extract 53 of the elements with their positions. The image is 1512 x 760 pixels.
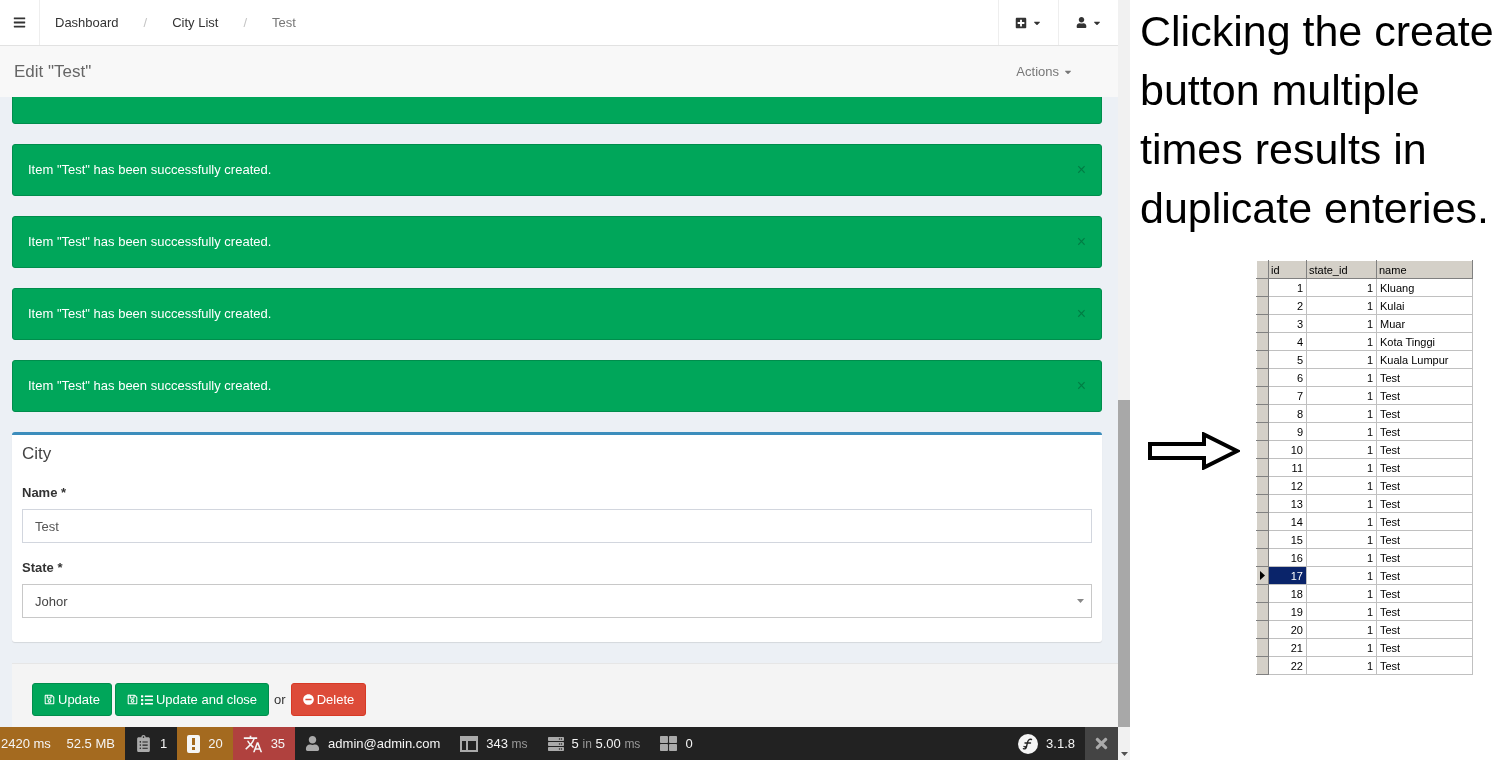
page-title: Edit "Test": [14, 61, 92, 82]
menu-icon: [13, 16, 26, 29]
circle-logo-icon: [1018, 733, 1039, 754]
caret-icon: [1077, 599, 1084, 603]
scroll-down-arrow-icon[interactable]: [1120, 752, 1128, 756]
list-icon: [140, 693, 153, 706]
field-label: State *: [22, 559, 63, 577]
column-header[interactable]: id: [1268, 260, 1307, 279]
server-icon: [547, 735, 564, 752]
delete-button[interactable]: Delete: [290, 683, 367, 716]
breadcrumb-separator: /: [142, 15, 149, 30]
card-title: City: [22, 443, 53, 465]
current-row-icon: [1260, 571, 1265, 580]
layout-icon: [460, 735, 479, 752]
clipboard-icon: [134, 735, 152, 752]
text-field[interactable]: Test: [22, 509, 1092, 543]
save-icon: [44, 694, 55, 705]
exclamation-document-icon: [187, 734, 201, 753]
alert-message: Item "Test" has been successfully created.: [28, 377, 272, 395]
or-text: or: [274, 692, 286, 707]
save-icon: [126, 694, 138, 705]
alert-message: Item "Test" has been successfully created.: [28, 161, 272, 179]
field-label: Name *: [22, 484, 67, 502]
user-icon: [1075, 17, 1087, 28]
toolbar-item[interactable]: 1: [124, 727, 178, 760]
select-field[interactable]: Johor: [22, 584, 1092, 618]
actions-dropdown-button[interactable]: Actions: [1016, 64, 1073, 79]
translate-icon: [242, 733, 263, 754]
toolbar-item[interactable]: 5 in 5.00 ms: [537, 727, 651, 760]
toolbar-item[interactable]: 35: [232, 727, 296, 760]
table-corner: [1256, 260, 1269, 279]
breadcrumb-link[interactable]: Test: [272, 15, 296, 30]
close-icon: [1093, 735, 1110, 752]
user-icon: [305, 736, 321, 751]
toolbar-item[interactable]: 343 ms: [450, 727, 538, 760]
close-toolbar-button[interactable]: [1085, 727, 1118, 760]
grid-icon: [660, 735, 678, 752]
version-item[interactable]: 3.1.8: [1008, 727, 1085, 760]
scrollbar-thumb[interactable]: [1118, 400, 1130, 727]
breadcrumb-link[interactable]: Dashboard: [55, 15, 119, 30]
toolbar-item[interactable]: 2420 ms 52.5 MB: [0, 727, 125, 760]
right-arrow-icon: [1148, 432, 1240, 470]
toolbar-item[interactable]: 20: [177, 727, 233, 760]
breadcrumb-separator: /: [242, 15, 249, 30]
scrollbar[interactable]: [1118, 0, 1130, 760]
breadcrumb-link[interactable]: City List: [172, 15, 219, 30]
annotation-text: Clicking the create button multiple times results in duplicate enteries.: [1140, 6, 1495, 234]
toolbar-item[interactable]: admin@admin.com: [295, 727, 451, 760]
toolbar-item[interactable]: 0: [650, 727, 703, 760]
column-header[interactable]: state_id: [1306, 260, 1377, 279]
alert-message: Item "Test" has been successfully created.: [28, 305, 272, 323]
alert-message: Item "Test" has been successfully created.: [28, 233, 272, 251]
column-header[interactable]: name: [1376, 260, 1473, 279]
